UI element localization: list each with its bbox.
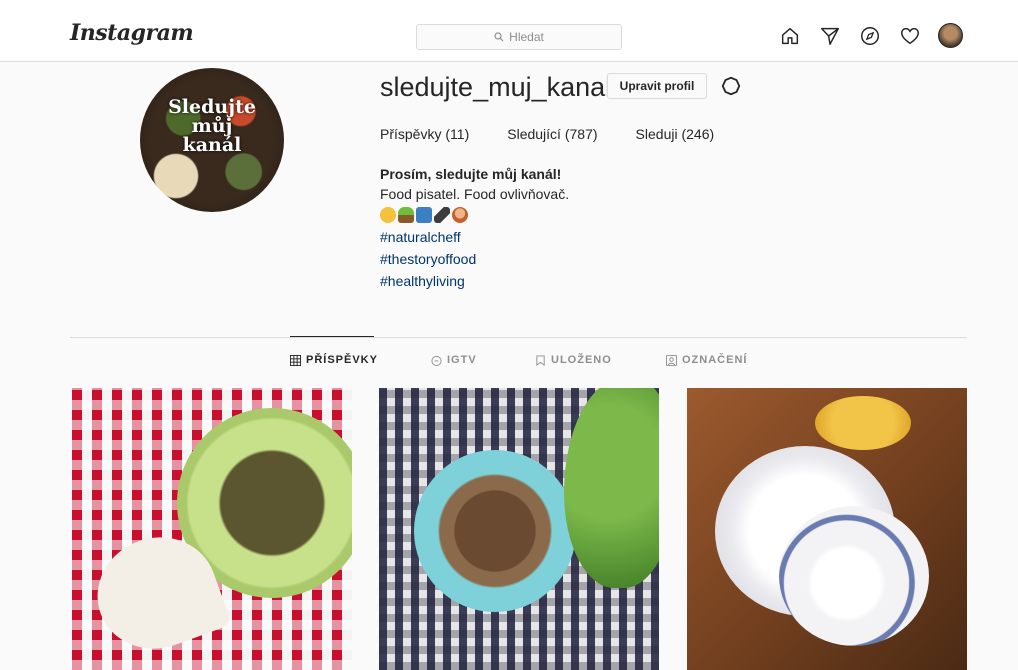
tagged-user-icon: [666, 354, 677, 366]
posts-count[interactable]: Příspěvky (11): [380, 126, 469, 142]
profile-bio: Prosím, sledujte můj kanál! Food pisatel…: [380, 164, 569, 292]
post-squash-image: [815, 396, 911, 450]
profile-picture-caption: Sledujte můj kanál: [168, 96, 256, 156]
tab-igtv[interactable]: IGTV: [431, 354, 477, 366]
igtv-icon: [431, 355, 442, 366]
tab-tagged[interactable]: OZNAČENÍ: [666, 354, 747, 366]
activity-heart-icon[interactable]: [898, 24, 922, 48]
post-thumbnail[interactable]: [379, 388, 659, 670]
hashtag-link[interactable]: #naturalcheff: [380, 226, 569, 248]
person-icon: [452, 207, 468, 223]
hashtag-link[interactable]: #healthyliving: [380, 270, 569, 292]
profile-username: sledujte_muj_kanal: [380, 72, 612, 102]
smiling-face-icon: [380, 207, 396, 223]
tab-posts[interactable]: PŘÍSPĚVKY: [290, 354, 378, 366]
vegan-badge-icon: [416, 207, 432, 223]
chili-pepper-icon: [434, 207, 450, 223]
seedling-icon: [398, 207, 414, 223]
bio-emojis: [380, 204, 569, 226]
profile-avatar-icon[interactable]: [938, 23, 963, 48]
direct-icon[interactable]: [818, 24, 842, 48]
explore-icon[interactable]: [858, 24, 882, 48]
search-placeholder: Hledat: [509, 30, 544, 44]
settings-gear-icon[interactable]: [720, 75, 742, 97]
bio-name: Prosím, sledujte můj kanál!: [380, 166, 562, 182]
bio-text: Food pisatel. Food ovlivňovač.: [380, 186, 570, 202]
active-tab-indicator: [290, 336, 374, 337]
post-leaf-decoration: [564, 388, 659, 588]
hashtag-link[interactable]: #thestoryoffood: [380, 248, 569, 270]
profile-stats: Příspěvky (11) Sledující (787) Sleduji (…: [380, 126, 752, 142]
grid-icon: [290, 354, 301, 366]
post-thumbnail[interactable]: [687, 388, 967, 670]
tab-saved[interactable]: ULOŽENO: [535, 354, 612, 366]
following-count[interactable]: Sleduji (246): [636, 126, 715, 142]
top-navigation-bar: Instagram Hledat: [0, 0, 1018, 62]
profile-picture[interactable]: Sledujte můj kanál: [140, 68, 284, 212]
post-thumbnail[interactable]: [72, 388, 352, 670]
post-bowl-image: [414, 450, 576, 612]
search-icon: [494, 32, 504, 42]
search-input[interactable]: Hledat: [416, 24, 622, 50]
tabs-divider: [70, 337, 967, 338]
instagram-logo[interactable]: Instagram: [70, 20, 194, 46]
edit-profile-button[interactable]: Upravit profil: [607, 73, 707, 99]
bookmark-icon: [536, 354, 545, 366]
post-lid-image: [779, 506, 929, 646]
home-icon[interactable]: [778, 24, 802, 48]
followers-count[interactable]: Sledující (787): [507, 126, 597, 142]
